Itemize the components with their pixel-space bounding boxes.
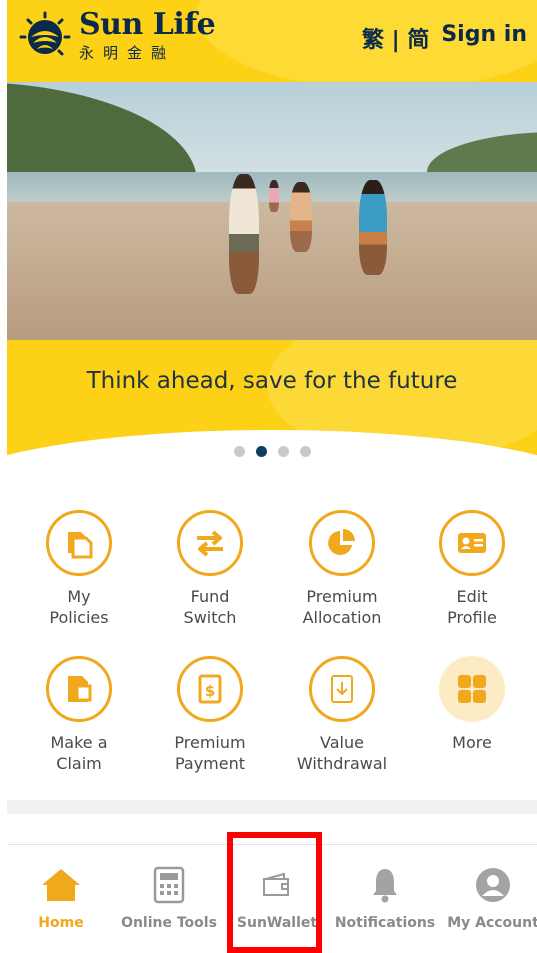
nav-notifications[interactable]: Notifications [331,865,439,931]
child-figure [269,180,279,212]
action-label: Payment [174,754,246,773]
nav-label: Notifications [334,915,436,931]
value-withdrawal-button[interactable]: Value Withdrawal [277,656,407,774]
nav-my-account[interactable]: My Account [439,865,537,931]
withdraw-icon [331,675,353,703]
more-button[interactable]: More [407,656,537,753]
claim-document-icon [68,676,92,702]
promo-banner[interactable]: Think ahead, save for the future [7,340,537,475]
app-header: Sun Life 永明金融 繁 | 简 Sign in [7,0,537,82]
pie-chart-icon [328,529,355,555]
premium-allocation-button[interactable]: Premium Allocation [277,510,407,628]
signin-button[interactable]: Sign in [441,22,527,47]
make-claim-button[interactable]: Make a Claim [14,656,144,774]
action-label: Make a [50,733,108,752]
account-icon [476,868,510,902]
action-label: Withdrawal [296,754,388,773]
edit-profile-button[interactable]: Edit Profile [407,510,537,628]
action-label: Policies [49,608,109,627]
hero-beach-image[interactable] [7,82,537,340]
bell-icon [373,869,397,903]
action-label: More [452,733,492,752]
action-label: Edit [456,587,488,606]
carousel-dot[interactable] [233,446,245,457]
calculator-icon [153,866,185,904]
banner-tagline: Think ahead, save for the future [86,368,458,394]
carousel-dot[interactable] [277,446,289,457]
action-label: Allocation [302,608,382,627]
sun-life-logo: Sun Life 永明金融 [19,7,216,63]
nav-label: SunWallet [236,915,318,931]
nav-sunwallet[interactable]: SunWallet [223,865,331,931]
child-figure [229,174,259,294]
fund-switch-button[interactable]: Fund Switch [145,510,275,628]
nav-label: My Account [447,915,537,931]
brand-name: Sun Life [79,7,216,42]
nav-online-tools[interactable]: Online Tools [115,865,223,931]
action-label: Value [320,733,364,752]
child-figure [290,182,312,252]
action-label: Fund [190,587,230,606]
bottom-navigation: Home Online Tools SunWallet Notification… [7,844,537,953]
language-toggle[interactable]: 繁 | 简 [362,22,429,54]
carousel-dots [7,446,537,457]
home-icon [42,869,80,901]
svg-text:$: $ [205,682,215,700]
nav-label: Home [38,915,84,931]
wallet-icon [263,872,289,896]
grid-icon [458,675,486,703]
action-label: Profile [447,608,497,627]
child-figure [359,180,387,275]
brand-chinese-name: 永明金融 [79,44,176,62]
sun-logo-icon [19,11,71,55]
carousel-dot[interactable] [299,446,311,457]
action-label: Premium [306,587,378,606]
premium-payment-button[interactable]: $ Premium Payment [145,656,275,774]
my-policies-button[interactable]: My Policies [14,510,144,628]
nav-home[interactable]: Home [7,865,115,931]
section-divider [7,800,537,814]
action-label: Switch [183,608,237,627]
action-label: Claim [56,754,102,773]
action-label: My [67,587,91,606]
nav-label: Online Tools [121,915,217,931]
profile-card-icon [458,533,486,553]
dollar-bill-icon: $ [198,674,222,704]
action-label: Premium [174,733,246,752]
switch-arrows-icon [197,530,223,557]
carousel-dot-active[interactable] [255,446,267,457]
policies-icon [68,532,93,559]
